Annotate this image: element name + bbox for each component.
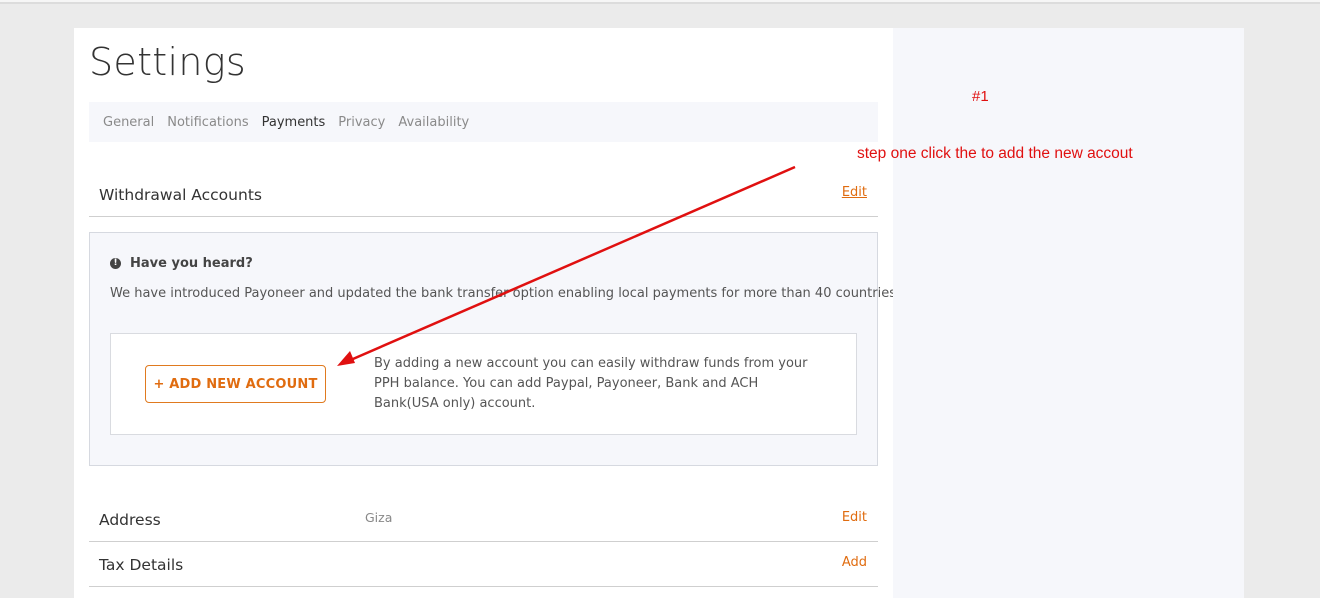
annotation-arrow-head [337, 351, 355, 366]
annotation-arrow-icon [337, 165, 796, 366]
annotation-arrow-line [345, 165, 796, 364]
